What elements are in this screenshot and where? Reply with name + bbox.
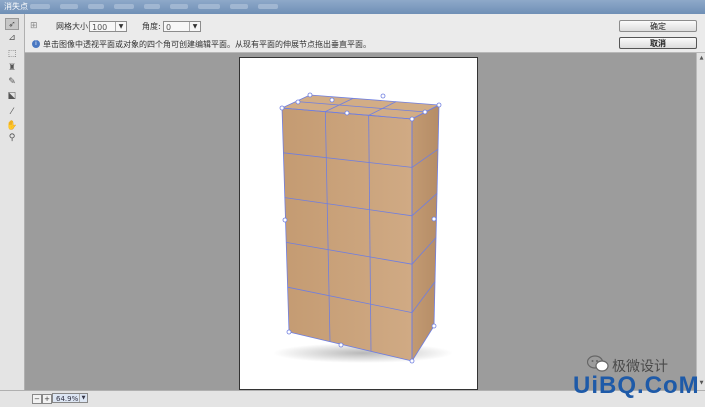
plane-handle[interactable] <box>307 92 313 98</box>
ok-button[interactable]: 确定 <box>619 20 697 32</box>
brush-tool[interactable]: ✎ <box>5 76 19 88</box>
edit-plane-icon: ➶ <box>8 20 16 30</box>
menu-blur <box>114 4 134 9</box>
stamp-tool[interactable]: ♜ <box>5 62 19 74</box>
menu-blur <box>230 4 248 9</box>
eyedropper-tool[interactable]: ⁄ <box>5 106 19 118</box>
edit-plane-tool[interactable]: ➶ <box>5 18 19 30</box>
vertical-scrollbar[interactable]: ▲ ▼ <box>696 53 705 390</box>
marquee-icon: ⬚ <box>7 49 17 59</box>
zoom-select[interactable]: 64.9% ▼ <box>52 393 88 403</box>
plane-handle[interactable] <box>422 109 428 115</box>
chevron-down-icon[interactable]: ▼ <box>189 22 200 31</box>
menu-blur <box>198 4 220 9</box>
plane-handle[interactable] <box>380 93 386 99</box>
zoom-icon: ⚲ <box>8 133 16 143</box>
create-plane-tool[interactable]: ⊿ <box>5 32 19 44</box>
plane-handle[interactable] <box>409 358 415 364</box>
hint-text: 单击图像中透视平面或对象的四个角可创建编辑平面。从现有平面的伸展节点拖出垂直平面… <box>43 40 371 49</box>
box-side-face <box>412 105 439 361</box>
plane-handle[interactable] <box>282 217 288 223</box>
transform-tool[interactable]: ⬕ <box>5 90 19 102</box>
marquee-tool[interactable]: ⬚ <box>5 48 19 60</box>
menu-blur <box>60 4 78 9</box>
hand-tool[interactable]: ✋ <box>5 120 19 132</box>
menu-blur <box>88 4 104 9</box>
plane-handle[interactable] <box>431 323 437 329</box>
brush-icon: ✎ <box>8 77 16 87</box>
chevron-down-icon[interactable]: ▼ <box>79 394 87 402</box>
plane-handle[interactable] <box>286 329 292 335</box>
wechat-icon <box>587 355 609 372</box>
menu-blur <box>170 4 188 9</box>
zoom-in-button[interactable]: + <box>42 394 52 404</box>
info-icon: i <box>32 40 40 48</box>
plane-handle[interactable] <box>409 116 415 122</box>
cancel-button[interactable]: 取消 <box>619 37 697 49</box>
watermark-logo: UiBQ.CoM <box>573 372 700 399</box>
document-canvas[interactable] <box>239 57 478 390</box>
angle-value: 0 <box>166 23 172 32</box>
menu-blur <box>144 4 160 9</box>
grid-size-select[interactable]: 100 ▼ <box>89 21 127 32</box>
plane-handle[interactable] <box>431 216 437 222</box>
zoom-out-button[interactable]: − <box>32 394 42 404</box>
grid-options-icon: ⊞ <box>30 21 38 31</box>
create-plane-icon: ⊿ <box>8 33 16 43</box>
options-bar: ⊞ 网格大小: 100 ▼ 角度: 0 ▼ 确定 取消 i 单击图像中透视平面或… <box>0 14 705 53</box>
hand-icon: ✋ <box>6 121 18 131</box>
menu-blur <box>258 4 278 9</box>
eyedropper-icon: ⁄ <box>11 107 13 117</box>
chevron-down-icon[interactable]: ▼ <box>115 22 126 31</box>
stamp-icon: ♜ <box>7 63 17 73</box>
plane-handle[interactable] <box>329 97 335 103</box>
grid-size-value: 100 <box>92 23 108 32</box>
angle-label: 角度: <box>142 22 161 31</box>
title-bar: 消失点 <box>0 0 705 15</box>
plane-handle[interactable] <box>279 105 285 111</box>
angle-select[interactable]: 0 ▼ <box>163 21 201 32</box>
box-front-face <box>282 108 412 361</box>
transform-icon: ⬕ <box>7 91 17 101</box>
scroll-up-icon[interactable]: ▲ <box>698 55 705 62</box>
grid-size-label: 网格大小: <box>56 22 91 31</box>
window-title: 消失点 <box>4 2 28 11</box>
plane-handle[interactable] <box>338 342 344 348</box>
plane-handle[interactable] <box>436 102 442 108</box>
menu-blur <box>30 4 50 9</box>
plane-handle[interactable] <box>344 110 350 116</box>
zoom-value: 64.9% <box>56 395 79 403</box>
plane-handle[interactable] <box>295 99 301 105</box>
zoom-tool[interactable]: ⚲ <box>5 132 19 144</box>
perspective-image[interactable] <box>240 58 479 391</box>
tool-panel: ➶ ⊿ ⬚ ♜ ✎ ⬕ ⁄ ✋ ⚲ <box>0 14 25 390</box>
